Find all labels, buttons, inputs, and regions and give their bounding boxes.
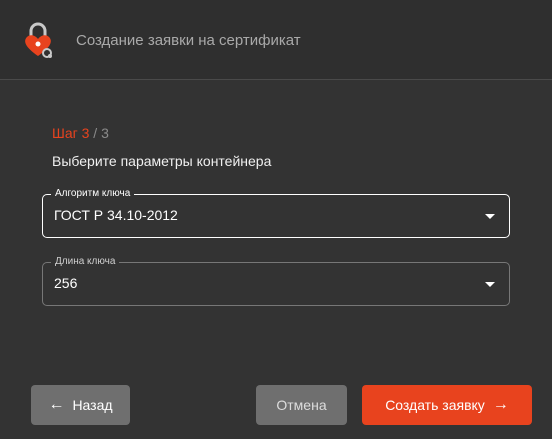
cancel-button-label: Отмена — [276, 397, 327, 413]
arrow-left-icon: ← — [48, 396, 65, 413]
window-title: Создание заявки на сертификат — [76, 32, 301, 49]
key-length-select[interactable]: Длина ключа 256 — [42, 256, 510, 306]
key-length-label: Длина ключа — [51, 256, 120, 268]
key-length-value: 256 — [54, 275, 78, 291]
chevron-down-icon[interactable] — [485, 214, 495, 219]
wizard-content: Шаг 3 / 3 Выберите параметры контейнера … — [0, 81, 552, 439]
cancel-button[interactable]: Отмена — [256, 385, 347, 425]
back-button[interactable]: ← Назад — [31, 385, 130, 425]
page-heading: Выберите параметры контейнера — [52, 153, 272, 169]
algorithm-value: ГОСТ Р 34.10-2012 — [54, 207, 178, 223]
lock-heart-icon — [25, 22, 52, 58]
back-button-label: Назад — [72, 397, 113, 413]
step-total: / 3 — [89, 125, 109, 141]
title-bar: Создание заявки на сертификат — [0, 0, 552, 80]
algorithm-select[interactable]: Алгоритм ключа ГОСТ Р 34.10-2012 — [42, 188, 510, 238]
create-request-button[interactable]: Создать заявку → — [362, 385, 532, 425]
step-indicator: Шаг 3 / 3 — [52, 125, 109, 141]
chevron-down-icon[interactable] — [485, 282, 495, 287]
step-current: Шаг 3 — [52, 125, 90, 141]
algorithm-label: Алгоритм ключа — [51, 188, 135, 200]
create-button-label: Создать заявку — [385, 397, 485, 413]
arrow-right-icon: → — [492, 396, 509, 413]
